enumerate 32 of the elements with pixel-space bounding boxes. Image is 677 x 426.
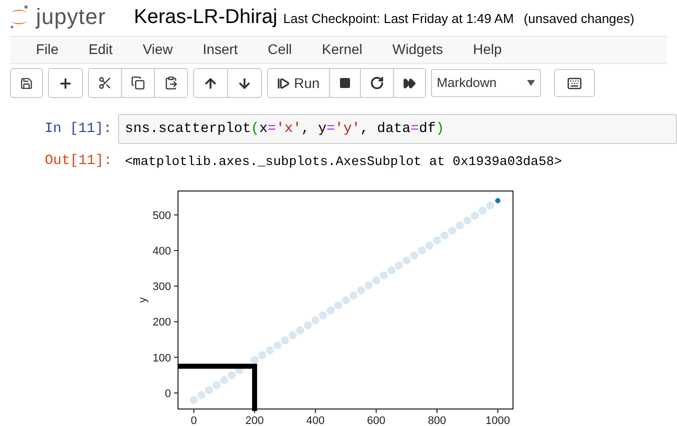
x-tick-label: 800 (428, 415, 446, 426)
x-tick-label: 200 (245, 415, 264, 426)
logo-text: jupyter (36, 3, 106, 32)
menu-item[interactable]: Edit (78, 39, 123, 60)
menu-item[interactable]: Insert (192, 39, 248, 60)
cell-type-select[interactable]: Markdown (430, 69, 541, 97)
x-tick-label: 0 (190, 415, 197, 426)
input-prompt: In [11]: (44, 120, 113, 138)
menu-item[interactable]: Widgets (382, 39, 453, 60)
y-tick-label: 500 (152, 210, 171, 222)
run-button[interactable]: Run (268, 69, 330, 97)
notebook-title[interactable]: Keras-LR-Dhiraj (134, 2, 278, 32)
menu-item[interactable]: File (26, 39, 69, 60)
y-tick-label: 400 (152, 245, 171, 258)
y-tick-label: 0 (164, 388, 171, 400)
checkpoint-text: Last Checkpoint: Last Friday at 1:49 AM (283, 10, 514, 28)
y-tick-label: 100 (152, 352, 171, 364)
x-tick-label: 400 (306, 415, 325, 426)
x-tick-label: 1000 (486, 415, 510, 426)
code-text: sns.scatterplot(x='x', y='y', data=df) (124, 120, 444, 138)
output-prompt: Out[11]: (44, 152, 113, 171)
menu-item[interactable]: Cell (258, 39, 302, 60)
menu-item[interactable]: Help (462, 39, 512, 60)
menu-item[interactable]: View (132, 39, 183, 60)
menu-item[interactable]: Kernel (312, 39, 372, 60)
y-axis-label: y (137, 297, 149, 303)
x-tick-label: 600 (367, 415, 386, 426)
code-cell[interactable]: sns.scatterplot(x='x', y='y', data=df) (118, 114, 677, 144)
output-text: <matplotlib.axes._subplots.AxesSubplot at 0x1939a03da58> (124, 152, 562, 171)
save-status: (unsaved changes) (524, 10, 634, 28)
y-tick-label: 300 (152, 281, 171, 294)
y-tick-label: 200 (152, 316, 171, 329)
